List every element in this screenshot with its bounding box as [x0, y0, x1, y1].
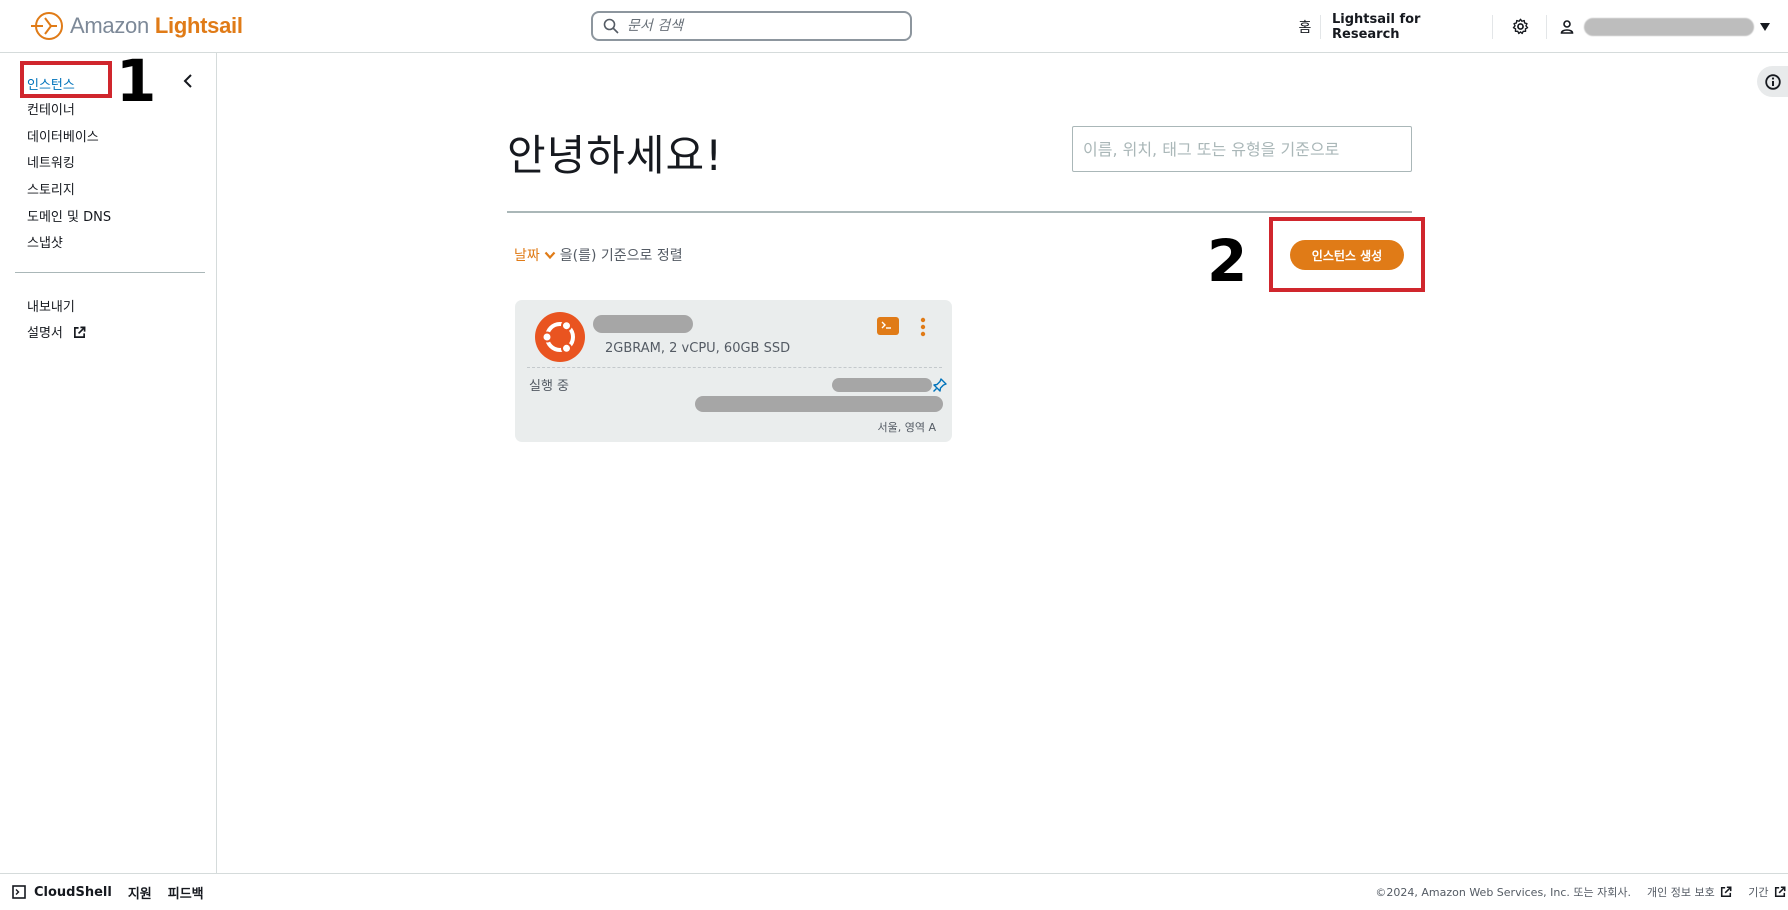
- privacy-link[interactable]: 개인 정보 보호: [1647, 884, 1732, 900]
- page-greeting: 안녕하세요!: [507, 131, 724, 180]
- gear-icon: [1512, 18, 1528, 35]
- info-icon: [1765, 73, 1781, 90]
- privacy-label: 개인 정보 보호: [1647, 886, 1715, 899]
- sidebar-item-export[interactable]: 내보내기: [27, 296, 75, 315]
- annotation-box-1: [20, 61, 112, 98]
- terms-link[interactable]: 기간: [1748, 884, 1786, 900]
- feedback-link[interactable]: 피드백: [168, 883, 204, 902]
- sidebar-docs-label: 설명서: [27, 326, 63, 341]
- doc-search-box[interactable]: [591, 11, 912, 41]
- instance-status: 실행 중: [529, 379, 570, 394]
- sidebar-item-snapshots[interactable]: 스냅샷: [27, 232, 63, 251]
- dns-name-redacted: [695, 396, 943, 412]
- instance-filter-input[interactable]: [1083, 139, 1403, 159]
- lightsail-logo-icon: [31, 12, 63, 40]
- external-link-icon: [1721, 886, 1732, 898]
- nav-home-label: 홈: [1298, 19, 1312, 36]
- footer-right: ©2024, Amazon Web Services, Inc. 또는 자회사.…: [1375, 874, 1786, 910]
- lightsail-logo[interactable]: Amazon Lightsail: [30, 10, 243, 42]
- sidebar: 인스턴스 컨테이너 데이터베이스 네트워킹 스토리지 도메인 및 DNS 스냅샷…: [0, 53, 217, 873]
- terminal-icon: [881, 321, 891, 329]
- user-menu[interactable]: [1560, 0, 1780, 53]
- top-bar: Amazon Lightsail 홈 Lightsail for Researc…: [0, 0, 1788, 53]
- instance-card[interactable]: 2GBRAM, 2 vCPU, 60GB SSD 실행 중 서울, 영역 A: [515, 300, 952, 442]
- search-icon: [603, 18, 619, 34]
- nav-research-label: Lightsail for Research: [1332, 11, 1421, 42]
- doc-search-input[interactable]: [627, 18, 887, 34]
- connect-terminal-button[interactable]: [877, 317, 899, 335]
- copyright-text: ©2024, Amazon Web Services, Inc. 또는 자회사.: [1375, 886, 1632, 899]
- footer: CloudShell 지원 피드백 ©2024, Amazon Web Serv…: [0, 873, 1788, 910]
- user-icon: [1560, 19, 1574, 34]
- caret-down-icon: [1760, 22, 1770, 31]
- more-options-icon[interactable]: [919, 316, 927, 338]
- cloudshell-button[interactable]: CloudShell: [12, 885, 112, 900]
- sidebar-item-containers[interactable]: 컨테이너: [27, 99, 75, 118]
- nav-divider: [1320, 15, 1321, 39]
- ubuntu-icon: [535, 312, 585, 362]
- nav-home-link[interactable]: 홈: [1285, 0, 1325, 53]
- instance-name-redacted[interactable]: [593, 315, 693, 333]
- sidebar-item-networking[interactable]: 네트워킹: [27, 152, 75, 171]
- main-divider: [507, 211, 1412, 213]
- external-link-icon: [74, 326, 86, 338]
- instance-spec: 2GBRAM, 2 vCPU, 60GB SSD: [605, 341, 791, 356]
- sort-suffix-label: 을(를) 기준으로 정렬: [559, 248, 683, 264]
- terms-label: 기간: [1748, 886, 1769, 899]
- support-link[interactable]: 지원: [128, 883, 152, 902]
- logo-text-lightsail: Lightsail: [154, 13, 243, 38]
- sort-field-dropdown[interactable]: 날짜: [514, 245, 540, 265]
- annotation-number-1: 1: [116, 47, 157, 115]
- sort-control: 날짜 을(를) 기준으로 정렬: [514, 245, 683, 265]
- pin-icon[interactable]: [932, 377, 948, 393]
- settings-button[interactable]: [1500, 0, 1540, 53]
- sidebar-item-storage[interactable]: 스토리지: [27, 179, 75, 198]
- sidebar-item-docs[interactable]: 설명서: [27, 322, 86, 341]
- sidebar-item-domains-dns[interactable]: 도메인 및 DNS: [27, 206, 111, 225]
- instance-filter-box[interactable]: [1072, 126, 1412, 172]
- public-ip-redacted: [832, 378, 932, 392]
- nav-research-link[interactable]: Lightsail for Research: [1332, 0, 1482, 53]
- nav-divider: [1546, 15, 1547, 39]
- instance-region: 서울, 영역 A: [877, 421, 937, 434]
- chevron-down-icon[interactable]: [544, 249, 556, 261]
- cloudshell-label: CloudShell: [34, 884, 112, 900]
- footer-left: CloudShell 지원 피드백: [12, 874, 204, 910]
- cloudshell-icon: [12, 885, 26, 899]
- card-divider: [527, 367, 942, 368]
- account-name-redacted: [1584, 17, 1754, 36]
- sidebar-item-databases[interactable]: 데이터베이스: [27, 126, 99, 145]
- collapse-sidebar-icon[interactable]: [180, 73, 196, 89]
- info-panel-button[interactable]: [1757, 66, 1788, 97]
- annotation-box-2: [1269, 217, 1425, 292]
- sidebar-divider: [15, 272, 205, 273]
- nav-divider: [1492, 15, 1493, 39]
- external-link-icon: [1774, 886, 1786, 898]
- annotation-number-2: 2: [1207, 227, 1248, 295]
- logo-text-amazon: Amazon: [70, 13, 149, 38]
